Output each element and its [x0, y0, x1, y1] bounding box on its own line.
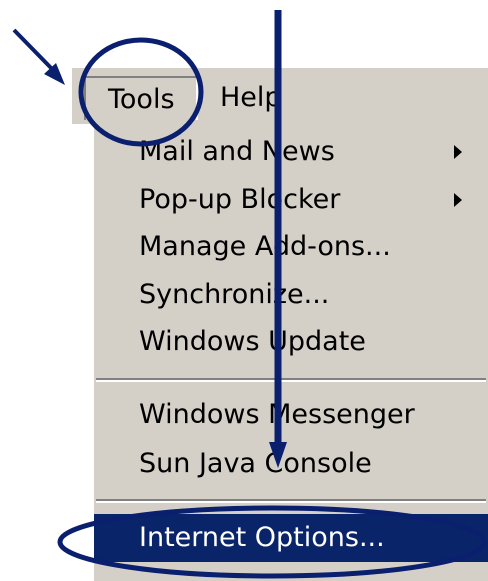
menu-tools-label: Tools — [108, 84, 175, 115]
menu-bar: Tools Help — [72, 68, 488, 124]
menu-item-label: Internet Options... — [139, 522, 385, 553]
menu-help[interactable]: Help — [220, 76, 282, 120]
menu-tools[interactable]: Tools — [84, 76, 198, 120]
menu-item-mail-and-news[interactable]: Mail and News — [94, 128, 488, 176]
menu-item-label: Pop-up Blocker — [139, 184, 341, 215]
menu-separator — [96, 378, 486, 382]
menu-item-label: Windows Messenger — [139, 399, 415, 430]
menu-separator — [96, 499, 486, 503]
menu-item-label: Synchronize... — [139, 279, 330, 310]
tools-dropdown-menu: Mail and News Pop-up Blocker Manage Add-… — [92, 124, 488, 581]
menu-item-popup-blocker[interactable]: Pop-up Blocker — [94, 176, 488, 224]
submenu-arrow-icon — [454, 193, 462, 207]
submenu-arrow-icon — [454, 145, 462, 159]
menu-item-windows-messenger[interactable]: Windows Messenger — [94, 391, 488, 439]
menu-item-label: Windows Update — [139, 326, 366, 357]
screenshot-stage: Tools Help Mail and News Pop-up Blocker … — [0, 0, 488, 581]
menu-item-label: Mail and News — [139, 136, 335, 167]
menu-item-label: Manage Add-ons... — [139, 231, 391, 262]
menu-item-manage-add-ons[interactable]: Manage Add-ons... — [94, 223, 488, 271]
menu-item-windows-update[interactable]: Windows Update — [94, 318, 488, 366]
menu-item-synchronize[interactable]: Synchronize... — [94, 271, 488, 319]
menu-item-label: Sun Java Console — [139, 448, 372, 479]
menu-help-label: Help — [220, 82, 282, 113]
menu-item-sun-java-console[interactable]: Sun Java Console — [94, 440, 488, 488]
menu-item-internet-options[interactable]: Internet Options... — [94, 514, 488, 562]
pointer-arrow-icon — [12, 28, 65, 85]
